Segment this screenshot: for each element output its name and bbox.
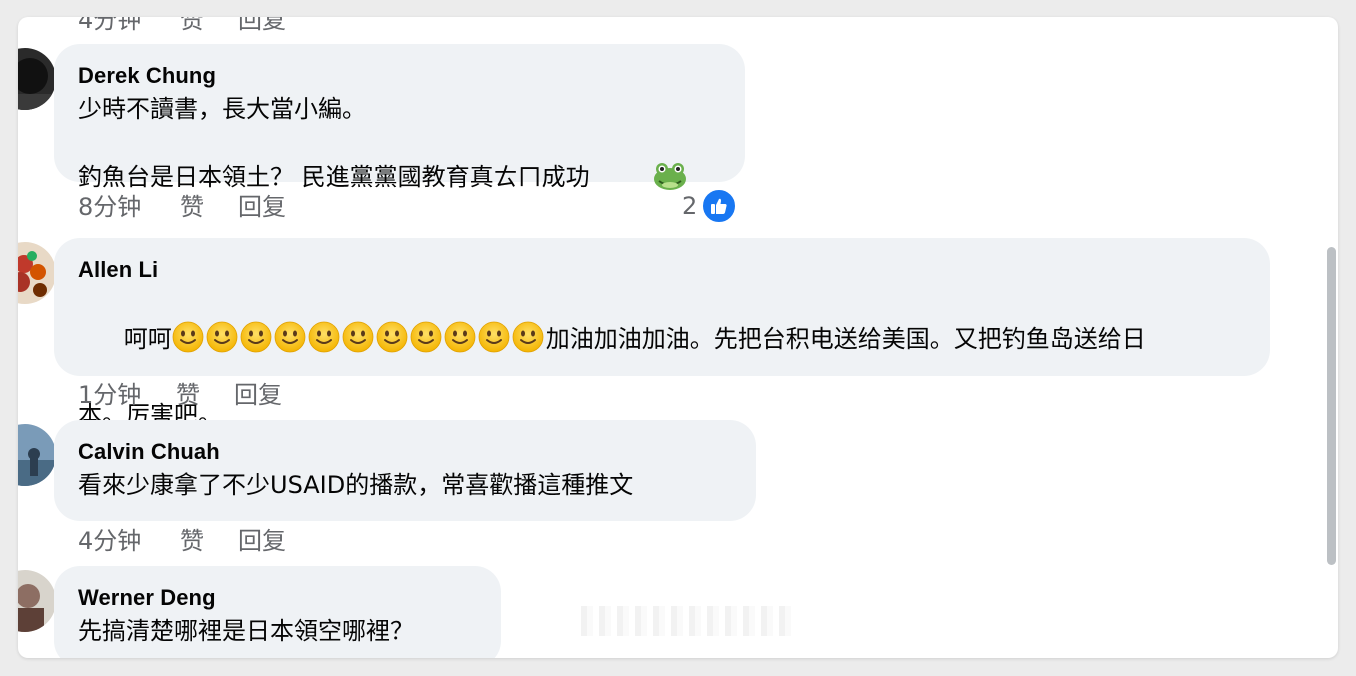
- comment-actions: 4分钟 赞 回复: [78, 17, 286, 35]
- emoji-group: [172, 321, 546, 353]
- avatar-image: [18, 48, 56, 110]
- slightly-smiling-face-icon: [240, 321, 272, 363]
- avatar-image: [18, 424, 56, 486]
- scrollbar[interactable]: [1327, 247, 1336, 565]
- slightly-smiling-face-icon: [206, 321, 238, 363]
- comment-text: 呵呵: [123, 325, 172, 353]
- comment-text-line: 看來少康拿了不少USAID的播款，常喜歡播這種推文: [78, 471, 634, 499]
- slightly-smiling-face-icon: [172, 321, 204, 363]
- slightly-smiling-face-icon: [444, 321, 476, 363]
- like-button[interactable]: 赞: [180, 526, 238, 556]
- like-button[interactable]: 赞: [176, 380, 234, 410]
- slightly-smiling-face-icon: [274, 321, 306, 363]
- comment-actions: 1分钟 赞 回复: [78, 380, 282, 410]
- slightly-smiling-face-icon: [342, 321, 374, 363]
- reply-button[interactable]: 回复: [238, 17, 286, 35]
- reply-button[interactable]: 回复: [234, 380, 282, 410]
- comments-panel: 4分钟 赞 回复 Derek Chung 少時不讀書，長大當小編。 釣魚台是日本…: [18, 17, 1338, 658]
- comment-text-line: 先搞清楚哪裡是日本領空哪裡？: [78, 617, 414, 645]
- slightly-smiling-face-icon: [478, 321, 510, 363]
- reaction-count: 2: [682, 192, 698, 220]
- comment-actions: 4分钟 赞 回复: [78, 526, 286, 556]
- reaction-summary[interactable]: 2: [682, 188, 738, 224]
- comment-bubble: Calvin Chuah 看來少康拿了不少USAID的播款，常喜歡播這種推文: [54, 420, 756, 521]
- like-button[interactable]: 赞: [180, 17, 238, 35]
- avatar[interactable]: [18, 48, 56, 110]
- comment-bubble: Derek Chung 少時不讀書，長大當小編。 釣魚台是日本領土？ 民進黨黨國…: [54, 44, 745, 191]
- comment-bubble: Allen Li 呵呵 加油加油加油。先把台积电送给美国。又把钓鱼岛送给日 本。厉…: [54, 238, 1270, 429]
- like-button[interactable]: 赞: [180, 192, 238, 222]
- avatar-image: [18, 570, 56, 632]
- comment-time[interactable]: 8分钟: [78, 192, 180, 222]
- comment-time[interactable]: 4分钟: [78, 526, 180, 556]
- avatar[interactable]: [18, 570, 56, 632]
- comment-author[interactable]: Derek Chung: [78, 61, 721, 91]
- comment-text: 釣魚台是日本領土？ 民進黨黨國教育真ㄊㄇ成功: [78, 163, 590, 191]
- avatar-image: [18, 242, 56, 304]
- comment-text-line: 少時不讀書，長大當小編。: [78, 95, 366, 123]
- frog-emoji-icon: [592, 125, 687, 201]
- slightly-smiling-face-icon: [308, 321, 340, 363]
- comment-text-line: 釣魚台是日本領土？ 民進黨黨國教育真ㄊㄇ成功: [78, 125, 721, 201]
- comment-author[interactable]: Allen Li: [78, 255, 1246, 285]
- comment-text: 加油加油加油。先把台积电送给美国。又把钓鱼岛送给日: [545, 325, 1146, 353]
- comment-bubble: Werner Deng 先搞清楚哪裡是日本領空哪裡？: [54, 566, 501, 658]
- watermark-overlay: [575, 606, 793, 636]
- comment-time[interactable]: 4分钟: [78, 17, 180, 35]
- avatar[interactable]: [18, 242, 56, 304]
- slightly-smiling-face-icon: [376, 321, 408, 363]
- reply-button[interactable]: 回复: [238, 192, 286, 222]
- slightly-smiling-face-icon: [512, 321, 544, 363]
- comment-author[interactable]: Werner Deng: [78, 583, 477, 613]
- thumbs-up-icon: [701, 188, 738, 224]
- comment-author[interactable]: Calvin Chuah: [78, 437, 732, 467]
- reply-button[interactable]: 回复: [238, 526, 286, 556]
- slightly-smiling-face-icon: [410, 321, 442, 363]
- avatar[interactable]: [18, 424, 56, 486]
- comment-actions: 8分钟 赞 回复: [78, 192, 286, 222]
- comment-time[interactable]: 1分钟: [78, 380, 176, 410]
